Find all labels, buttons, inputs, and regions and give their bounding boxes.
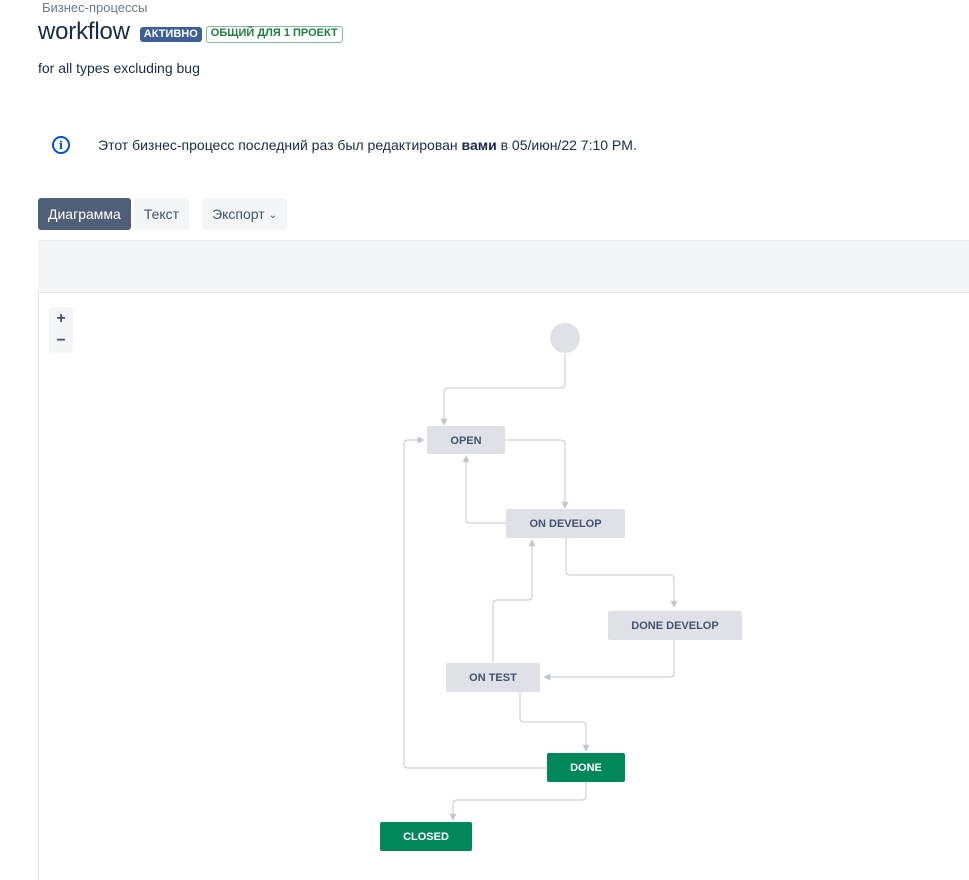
transitions [403, 354, 678, 821]
workflow-diagram: OPEN ON DEVELOP DONE DEVELOP ON TEST DON… [380, 323, 742, 851]
transition-ontest-done[interactable] [519, 692, 590, 752]
status-label: ON TEST [469, 672, 517, 684]
status-node-done[interactable]: DONE [547, 753, 625, 782]
status-label: ON DEVELOP [529, 518, 601, 530]
start-node [550, 323, 580, 353]
transition-ondevelop-open[interactable] [462, 455, 506, 524]
transition-open-ondevelop[interactable] [504, 439, 569, 509]
transition-done-open[interactable] [403, 436, 547, 769]
transition-donedevelop-ontest[interactable] [543, 640, 675, 681]
status-node-on-develop[interactable]: ON DEVELOP [506, 509, 625, 538]
status-node-open[interactable]: OPEN [427, 426, 505, 454]
status-node-done-develop[interactable]: DONE DEVELOP [608, 611, 742, 640]
status-label: OPEN [450, 435, 481, 447]
transition-start-open[interactable] [440, 354, 566, 426]
status-node-closed[interactable]: CLOSED [380, 822, 472, 851]
status-label: DONE DEVELOP [631, 620, 718, 632]
transition-ontest-ondevelop[interactable] [492, 539, 536, 662]
transition-ondevelop-donedevelop[interactable] [565, 537, 678, 608]
status-label: CLOSED [403, 831, 449, 843]
workflow-page: Бизнес-процессы workflow АКТИВНО ОБЩИЙ Д… [0, 0, 969, 880]
transition-done-closed[interactable] [449, 782, 587, 821]
status-node-on-test[interactable]: ON TEST [446, 663, 540, 692]
status-label: DONE [570, 762, 602, 774]
